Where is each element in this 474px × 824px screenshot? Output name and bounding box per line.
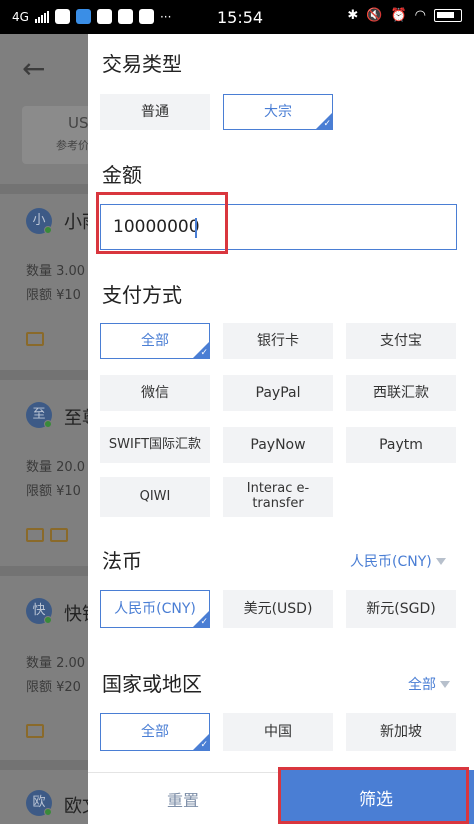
payment-icon (26, 332, 44, 346)
mute-icon: 🔇 (366, 8, 383, 23)
reset-button[interactable]: 重置 (88, 773, 278, 824)
region-option[interactable]: 新加坡 (346, 713, 456, 751)
battery-icon (434, 9, 462, 22)
fiat-dropdown[interactable]: 人民币(CNY) (350, 551, 446, 571)
chevron-down-icon (440, 680, 450, 688)
payment-option[interactable]: SWIFT国际汇款 (100, 427, 210, 463)
region-dropdown[interactable]: 全部 (408, 674, 450, 694)
wifi-icon: ◠ (414, 8, 426, 23)
app-notification-icon (75, 9, 91, 24)
region-option[interactable]: 中国 (223, 713, 333, 751)
trade-type-option[interactable]: 普通 (100, 94, 210, 130)
payment-icon (26, 528, 44, 542)
filter-panel: 交易类型 普通 大宗✓ 金额 支付方式 全部✓ 银行卡 支付宝 微信 PayPa… (88, 34, 474, 824)
shield-icon (117, 9, 133, 24)
payment-option[interactable]: QIWI (100, 477, 210, 517)
payment-option[interactable]: PayNow (223, 427, 333, 463)
payment-option[interactable]: 微信 (100, 375, 210, 411)
payment-icon (50, 528, 68, 542)
payment-title: 支付方式 (102, 283, 182, 307)
currency-tab-label: US (68, 114, 89, 132)
fiat-title: 法币 (102, 549, 142, 573)
trade-type-option[interactable]: 大宗 ✓ (223, 94, 333, 130)
highlight-box (96, 192, 228, 254)
payment-option[interactable]: 全部 ✓ (100, 323, 210, 359)
grid-app-icon (138, 9, 154, 24)
currency-tab-sub: 参考价 (56, 139, 89, 152)
amount-title: 金额 (102, 163, 142, 187)
signal-icon (34, 10, 49, 23)
check-icon: ✓ (200, 740, 208, 750)
limit-text: 限额 ¥10 (26, 484, 81, 499)
quantity-text: 数量 3.00 (26, 264, 86, 279)
quantity-text: 数量 2.00 (26, 656, 86, 671)
message-icon (96, 9, 112, 24)
payment-option[interactable]: Interac e-transfer (223, 477, 333, 517)
limit-text: 限额 ¥20 (26, 680, 81, 695)
payment-option[interactable]: 支付宝 (346, 323, 456, 359)
check-icon: ✓ (200, 617, 208, 627)
fiat-option[interactable]: 新元(SGD) (346, 590, 456, 628)
status-bar: 4G ··· 15:54 ✱ 🔇 ⏰ ◠ (0, 0, 474, 34)
chevron-down-icon (435, 557, 446, 565)
check-icon: ✓ (323, 119, 331, 129)
alarm-icon: ⏰ (390, 8, 407, 23)
highlight-box (278, 767, 469, 824)
payment-option[interactable]: PayPal (223, 375, 333, 411)
payment-option[interactable]: 银行卡 (223, 323, 333, 359)
fiat-option[interactable]: 人民币(CNY) ✓ (100, 590, 210, 628)
bluetooth-icon: ✱ (347, 8, 359, 23)
limit-text: 限额 ¥10 (26, 288, 81, 303)
payment-icon (26, 724, 44, 738)
clock: 15:54 (217, 8, 264, 27)
payment-option[interactable]: Paytm (346, 427, 456, 463)
wechat-icon (54, 9, 70, 24)
back-arrow-icon[interactable]: ← (22, 52, 45, 85)
more-notifications-icon: ··· (159, 9, 172, 24)
payment-option[interactable]: 西联汇款 (346, 375, 456, 411)
quantity-text: 数量 20.0 (26, 460, 86, 475)
region-title: 国家或地区 (102, 672, 202, 696)
network-label: 4G (12, 9, 29, 24)
trade-type-title: 交易类型 (102, 52, 182, 76)
region-option[interactable]: 全部 ✓ (100, 713, 210, 751)
check-icon: ✓ (200, 348, 208, 358)
fiat-option[interactable]: 美元(USD) (223, 590, 333, 628)
